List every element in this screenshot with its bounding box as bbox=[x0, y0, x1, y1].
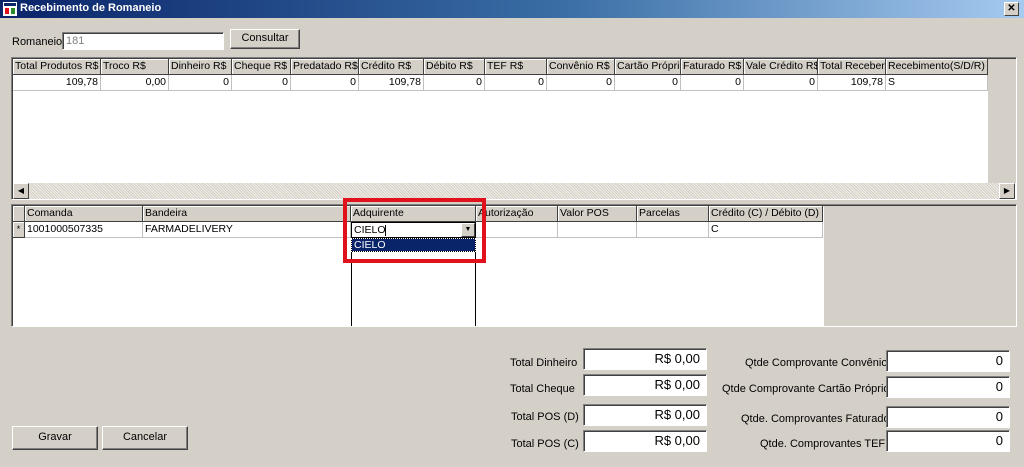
payments-grid[interactable]: Comanda Bandeira Adquirente Autorização … bbox=[11, 204, 1017, 327]
col-valor-pos[interactable]: Valor POS bbox=[558, 206, 637, 222]
qtde-faturado-field[interactable]: 0 bbox=[886, 406, 1010, 428]
cell-credito[interactable]: 109,78 bbox=[359, 75, 424, 91]
horizontal-scrollbar[interactable]: ◀ ▶ bbox=[13, 183, 1015, 199]
cell-cartao-proprio[interactable]: 0 bbox=[615, 75, 681, 91]
col-recebimento[interactable]: Recebimento(S/D/R) bbox=[886, 59, 988, 75]
row-marker-header bbox=[13, 206, 25, 222]
total-dinheiro-field[interactable]: R$ 0,00 bbox=[583, 348, 707, 370]
cell-troco[interactable]: 0,00 bbox=[101, 75, 169, 91]
cell-dinheiro[interactable]: 0 bbox=[169, 75, 232, 91]
cell-vale-credito[interactable]: 0 bbox=[744, 75, 818, 91]
cell-cheque[interactable]: 0 bbox=[232, 75, 291, 91]
qtde-faturado-label: Qtde. Comprovantes Faturado bbox=[741, 413, 890, 425]
cell-recebimento[interactable]: S bbox=[886, 75, 988, 91]
cell-parcelas[interactable] bbox=[637, 222, 709, 238]
col-faturado[interactable]: Faturado R$ bbox=[681, 59, 744, 75]
cancelar-button[interactable]: Cancelar bbox=[102, 426, 188, 450]
total-pos-debito-label: Total POS (D) bbox=[511, 411, 579, 423]
total-pos-credito-label: Total POS (C) bbox=[511, 438, 579, 450]
cell-faturado[interactable]: 0 bbox=[681, 75, 744, 91]
total-cheque-field[interactable]: R$ 0,00 bbox=[583, 374, 707, 396]
consultar-button[interactable]: Consultar bbox=[230, 29, 300, 49]
col-credito-debito[interactable]: Crédito (C) / Débito (D) bbox=[709, 206, 823, 222]
col-credito[interactable]: Crédito R$ bbox=[359, 59, 424, 75]
total-dinheiro-label: Total Dinheiro bbox=[510, 357, 578, 369]
qtde-cartao-proprio-field[interactable]: 0 bbox=[886, 376, 1010, 398]
qtde-tef-field[interactable]: 0 bbox=[886, 430, 1010, 452]
col-cartao-proprio[interactable]: Cartão Próprio bbox=[615, 59, 681, 75]
highlight-frame bbox=[343, 198, 486, 263]
col-tef[interactable]: TEF R$ bbox=[485, 59, 547, 75]
col-parcelas[interactable]: Parcelas bbox=[637, 206, 709, 222]
cell-comanda[interactable]: 1001000507335 bbox=[25, 222, 143, 238]
totals-grid-header: Total Produtos R$ Troco R$ Dinheiro R$ C… bbox=[13, 59, 988, 75]
row-marker: * bbox=[13, 222, 25, 238]
scroll-left-icon[interactable]: ◀ bbox=[13, 183, 29, 199]
col-bandeira[interactable]: Bandeira bbox=[143, 206, 351, 222]
cell-predatado[interactable]: 0 bbox=[291, 75, 359, 91]
col-dinheiro[interactable]: Dinheiro R$ bbox=[169, 59, 232, 75]
col-vale-credito[interactable]: Vale Crédito R$ bbox=[744, 59, 818, 75]
total-pos-debito-field[interactable]: R$ 0,00 bbox=[583, 404, 707, 426]
totals-grid[interactable]: Total Produtos R$ Troco R$ Dinheiro R$ C… bbox=[11, 57, 1017, 200]
col-comanda[interactable]: Comanda bbox=[25, 206, 143, 222]
scroll-right-icon[interactable]: ▶ bbox=[999, 183, 1015, 199]
col-predatado[interactable]: Predatado R$ bbox=[291, 59, 359, 75]
col-convenio[interactable]: Convênio R$ bbox=[547, 59, 615, 75]
qtde-convenio-field[interactable]: 0 bbox=[886, 350, 1010, 372]
window-title: Recebimento de Romaneio bbox=[20, 2, 162, 14]
col-autorizacao[interactable]: Autorização bbox=[476, 206, 558, 222]
cell-convenio[interactable]: 0 bbox=[547, 75, 615, 91]
qtde-tef-label: Qtde. Comprovantes TEF bbox=[760, 438, 886, 450]
total-cheque-label: Total Cheque bbox=[510, 383, 575, 395]
col-total-receber[interactable]: Total Receber bbox=[818, 59, 886, 75]
cell-bandeira[interactable]: FARMADELIVERY bbox=[143, 222, 351, 238]
total-pos-credito-field[interactable]: R$ 0,00 bbox=[583, 430, 707, 452]
qtde-cartao-proprio-label: Qtde Comprovante Cartão Próprio bbox=[722, 383, 890, 395]
romaneio-label: Romaneio bbox=[12, 36, 63, 48]
table-row[interactable]: 109,78 0,00 0 0 0 109,78 0 0 0 0 0 0 109… bbox=[13, 75, 988, 91]
cell-tef[interactable]: 0 bbox=[485, 75, 547, 91]
app-icon bbox=[3, 2, 17, 16]
title-bar: Recebimento de Romaneio ✕ bbox=[0, 0, 1024, 18]
cell-autorizacao[interactable] bbox=[476, 222, 558, 238]
close-icon[interactable]: ✕ bbox=[1004, 2, 1019, 16]
col-total-produtos[interactable]: Total Produtos R$ bbox=[13, 59, 101, 75]
cell-credito-debito[interactable]: C bbox=[709, 222, 823, 238]
gravar-button[interactable]: Gravar bbox=[12, 426, 98, 450]
col-cheque[interactable]: Cheque R$ bbox=[232, 59, 291, 75]
cell-valor-pos[interactable] bbox=[558, 222, 637, 238]
cell-total-produtos[interactable]: 109,78 bbox=[13, 75, 101, 91]
cell-total-receber[interactable]: 109,78 bbox=[818, 75, 886, 91]
qtde-convenio-label: Qtde Comprovante Convênio bbox=[745, 357, 888, 369]
romaneio-input[interactable]: 181 bbox=[62, 32, 224, 50]
col-debito[interactable]: Débito R$ bbox=[424, 59, 485, 75]
col-troco[interactable]: Troco R$ bbox=[101, 59, 169, 75]
cell-debito[interactable]: 0 bbox=[424, 75, 485, 91]
